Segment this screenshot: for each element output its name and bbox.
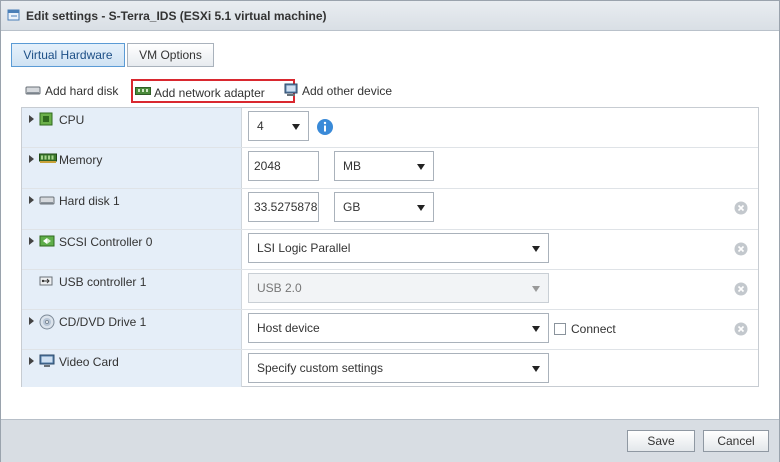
hardware-row-cpu: CPU 4 [22,108,758,148]
chevron-down-icon [417,205,425,211]
hard-disk-unit-value: GB [343,200,361,214]
video-card-label: Video Card [59,355,119,369]
remove-device-icon[interactable] [734,322,748,336]
add-other-device-label: Add other device [302,84,393,98]
hardware-row-value: Host device Connect [243,310,758,349]
hardware-row-value: Specify custom settings [243,350,758,387]
connect-checkbox-label: Connect [571,322,616,336]
video-card-icon [39,354,55,367]
hard-disk-label: Hard disk 1 [59,194,120,208]
scsi-type-value: LSI Logic Parallel [257,241,351,255]
edit-settings-dialog: Edit settings - S-Terra_IDS (ESXi 5.1 vi… [0,0,780,462]
hardware-row-video-card: Video Card Specify custom settings [22,350,758,387]
usb-type-select: USB 2.0 [248,273,549,303]
chevron-down-icon [532,366,540,372]
dialog-title: Edit settings - S-Terra_IDS (ESXi 5.1 vi… [26,9,327,23]
memory-icon [39,153,57,163]
chevron-down-icon [532,246,540,252]
cpu-count-select[interactable]: 4 [248,111,309,141]
cd-dvd-icon [39,314,55,330]
scsi-controller-label: SCSI Controller 0 [59,235,153,249]
remove-device-icon[interactable] [734,242,748,256]
usb-type-value: USB 2.0 [257,281,302,295]
hardware-row-label: CD/DVD Drive 1 [22,310,242,349]
cpu-count-value: 4 [257,119,264,133]
hardware-row-label: Video Card [22,350,242,387]
add-hard-disk-label: Add hard disk [45,84,119,98]
network-adapter-icon [135,87,151,95]
memory-unit-value: MB [343,159,361,173]
memory-unit-select[interactable]: MB [334,151,434,181]
usb-icon [39,276,53,286]
connect-checkbox-box[interactable] [554,323,566,335]
usb-controller-label: USB controller 1 [59,275,147,289]
add-network-adapter-button[interactable]: Add network adapter [131,79,295,103]
video-card-settings-value: Specify custom settings [257,361,384,375]
chevron-down-icon [417,164,425,170]
hard-disk-icon [25,86,41,95]
add-hard-disk-button[interactable]: Add hard disk [25,80,125,102]
cd-dvd-source-select[interactable]: Host device [248,313,549,343]
cancel-button[interactable]: Cancel [703,430,769,452]
edit-settings-icon [7,9,20,21]
hardware-row-value: 4 [243,108,758,147]
hardware-row-value: 2048 MB [243,148,758,188]
dialog-footer: Save Cancel [1,419,779,462]
hardware-row-label: USB controller 1 [22,270,242,309]
info-icon[interactable] [316,118,334,136]
hard-disk-icon [39,196,55,205]
hardware-row-label: CPU [22,108,242,147]
dialog-titlebar: Edit settings - S-Terra_IDS (ESXi 5.1 vi… [1,1,779,31]
hardware-row-hard-disk: Hard disk 1 33.527587890625 GB [22,189,758,230]
hardware-row-usb-controller: USB controller 1 USB 2.0 [22,270,758,310]
cd-dvd-label: CD/DVD Drive 1 [59,315,147,329]
expand-arrow-icon[interactable] [29,237,34,245]
remove-device-icon[interactable] [734,201,748,215]
memory-label: Memory [59,153,103,167]
hardware-row-label: SCSI Controller 0 [22,230,242,269]
hardware-row-value: 33.527587890625 GB [243,189,758,229]
hard-disk-size-input[interactable]: 33.527587890625 [248,192,319,222]
cpu-label: CPU [59,113,85,127]
save-button[interactable]: Save [627,430,695,452]
hardware-row-scsi-controller: SCSI Controller 0 LSI Logic Parallel [22,230,758,270]
hardware-grid: CPU 4 Memory 2048 MB Hard disk 1 33.5275… [21,107,759,387]
remove-device-icon[interactable] [734,282,748,296]
add-network-adapter-label: Add network adapter [154,86,265,100]
tab-vm-options[interactable]: VM Options [127,43,214,67]
cpu-icon [39,112,53,126]
expand-arrow-icon[interactable] [29,196,34,204]
chevron-down-icon [532,286,540,292]
cd-dvd-source-value: Host device [257,321,320,335]
expand-arrow-icon[interactable] [29,115,34,123]
expand-arrow-icon[interactable] [29,317,34,325]
hardware-row-label: Memory [22,148,242,188]
tab-virtual-hardware[interactable]: Virtual Hardware [11,43,125,67]
memory-size-input[interactable]: 2048 [248,151,319,181]
hardware-toolbar: Add hard disk Add network adapter Add ot… [25,79,765,103]
chevron-down-icon [532,326,540,332]
expand-arrow-icon[interactable] [29,357,34,365]
hardware-row-value: USB 2.0 [243,270,758,309]
hard-disk-unit-select[interactable]: GB [334,192,434,222]
expand-arrow-icon[interactable] [29,155,34,163]
add-other-device-button[interactable]: Add other device [284,80,404,102]
hardware-row-cd-dvd: CD/DVD Drive 1 Host device Connect [22,310,758,350]
scsi-type-select[interactable]: LSI Logic Parallel [248,233,549,263]
device-icon [284,83,298,96]
scsi-controller-icon [39,235,55,247]
hardware-row-value: LSI Logic Parallel [243,230,758,269]
hardware-row-memory: Memory 2048 MB [22,148,758,189]
hardware-row-label: Hard disk 1 [22,189,242,229]
chevron-down-icon [292,124,300,130]
video-card-settings-select[interactable]: Specify custom settings [248,353,549,383]
